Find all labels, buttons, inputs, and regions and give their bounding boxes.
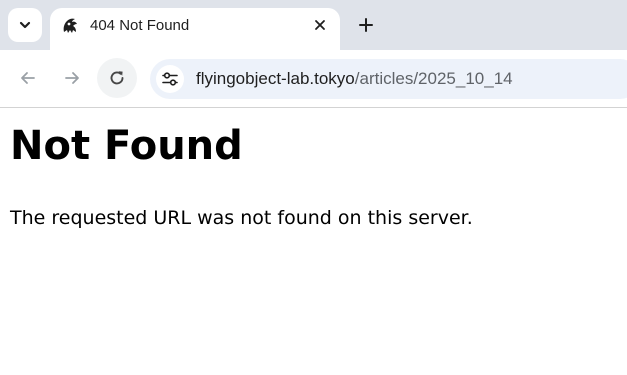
page-content: Not Found The requested URL was not foun… [0, 108, 627, 375]
url-text[interactable]: flyingobject-lab.tokyo/articles/2025_10_… [196, 69, 513, 89]
page-title: Not Found [10, 123, 243, 169]
tab-active[interactable]: 404 Not Found [50, 8, 340, 50]
plus-icon [359, 18, 373, 32]
forward-button[interactable] [52, 58, 92, 98]
site-favicon [63, 18, 77, 33]
tab-close-button[interactable] [310, 15, 330, 35]
arrow-right-icon [65, 72, 79, 84]
new-tab-button[interactable] [354, 13, 378, 37]
site-info-button[interactable] [156, 65, 184, 93]
chevron-down-icon [19, 21, 31, 29]
tab-title: 404 Not Found [90, 17, 190, 34]
toolbar: flyingobject-lab.tokyo/articles/2025_10_… [0, 50, 627, 107]
close-icon [315, 20, 325, 30]
tab-strip: 404 Not Found [0, 0, 627, 50]
tab-search-button[interactable] [8, 8, 42, 42]
url-path: /articles/2025_10_14 [354, 69, 513, 88]
tune-icon [162, 72, 178, 86]
url-host: flyingobject-lab.tokyo [196, 69, 355, 88]
back-button[interactable] [8, 58, 48, 98]
browser-chrome: 404 Not Found flyingobject-lab.tokyo/art… [0, 0, 627, 108]
arrow-left-icon [21, 72, 35, 84]
error-message: The requested URL was not found on this … [10, 207, 473, 229]
reload-icon [110, 71, 124, 85]
address-bar[interactable]: flyingobject-lab.tokyo/articles/2025_10_… [150, 59, 627, 99]
reload-button[interactable] [97, 58, 137, 98]
